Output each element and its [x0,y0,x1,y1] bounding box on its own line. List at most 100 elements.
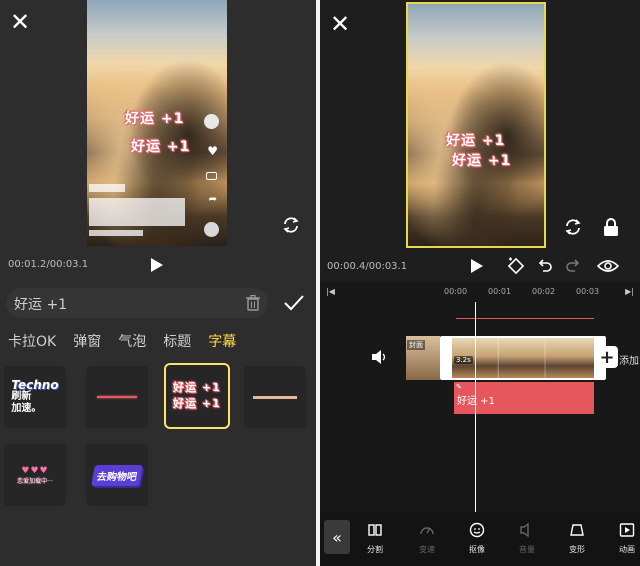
play-button[interactable] [468,257,486,275]
undo-icon [538,259,552,272]
edit-toolbar: « 分割 变速 抠像 音量 变形 动画 [320,512,640,566]
tool-transform[interactable]: 变形 [560,522,594,555]
tool-split[interactable]: 分割 [358,522,392,555]
cutout-icon [469,522,485,538]
mute-button[interactable] [370,348,390,366]
preview-subtitle-line1[interactable]: 好运 +1 [446,130,505,150]
subtitle-input[interactable]: 好运 +1 [6,288,268,318]
heart-icon: ♥♥♥ [21,465,49,476]
trash-icon [246,295,260,311]
video-edit-screen: ✕ 好运 +1 好运 +1 00:00.4/00:03.1 |◀ ▶| 00:0… [320,0,640,566]
tool-cutout[interactable]: 抠像 [460,522,494,555]
music-disc-icon [204,222,219,237]
redo-button[interactable] [564,257,582,275]
avatar [204,114,219,129]
clip-duration: 3.2s [454,356,473,364]
ruler-tick: 00:02 [532,287,556,296]
check-icon [284,295,304,311]
subtitle-track-indicator [456,318,594,319]
ruler-tick: 00:00 [444,287,468,296]
subtitle-editor-screen: ✕ 好运 +1 好运 +1 ♥ ➦ 00:01.2/00:03.1 好运 +1 … [0,0,316,566]
add-clip-button[interactable]: + [596,346,618,368]
tab-popup[interactable]: 弹窗 [73,331,101,351]
template-techno-line1: Techno [11,378,59,392]
close-icon: ✕ [10,8,31,36]
tool-cutout-label: 抠像 [469,545,485,554]
tool-volume-label: 音量 [519,545,535,554]
preview-subtitle-line2[interactable]: 好运 +1 [131,136,190,156]
tool-animation-label: 动画 [619,545,635,554]
split-icon [368,524,382,536]
volume-icon [372,350,386,364]
video-clip[interactable]: 3.2s [440,336,606,380]
jump-end-icon[interactable]: ▶| [625,287,634,296]
edit-icon: ✎ [456,383,462,391]
placeholder-block [89,198,185,226]
preview-subtitle-line2[interactable]: 好运 +1 [452,150,511,170]
confirm-button[interactable] [282,291,306,315]
share-icon: ➦ [208,194,217,205]
redo-icon [566,259,580,272]
heart-icon: ♥ [207,144,218,158]
play-button[interactable] [148,256,166,274]
template-techno[interactable]: Techno 刷新 加速。 [4,366,66,428]
tool-transform-label: 变形 [569,545,585,554]
ruler-tick: 00:01 [488,287,512,296]
template-preview-line [97,396,137,398]
delete-button[interactable] [244,294,262,312]
placeholder-bar [89,184,125,192]
template-lucky[interactable]: 好运 +1 好运 +1 [164,363,230,429]
add-clip-label[interactable]: 添加 [619,352,639,367]
ruler-tick: 00:03 [576,287,600,296]
animation-icon [619,523,635,537]
template-preview-line [253,395,297,399]
cover-thumbnail[interactable]: 封面 [406,336,440,380]
double-chevron-left-icon: « [332,527,342,547]
collapse-toolbar-button[interactable]: « [324,520,350,554]
video-preview[interactable]: 好运 +1 好运 +1 [406,2,546,248]
template-techno-line2: 刷新 [11,391,32,402]
preview-subtitle-line1[interactable]: 好运 +1 [125,108,184,128]
playback-time: 00:01.2/00:03.1 [8,259,89,270]
keyframe-icon [507,257,525,275]
timeline[interactable]: |◀ ▶| 00:00 00:01 00:02 00:03 封面 3.2s + … [320,282,640,512]
tab-karaoke[interactable]: 卡拉OK [8,331,56,351]
jump-start-icon[interactable]: |◀ [326,287,335,296]
close-icon: ✕ [330,10,351,38]
comment-icon [206,172,217,180]
template-shopping-text: 去购物吧 [91,464,143,486]
template-lucky-line1: 好运 +1 [173,381,221,394]
tab-bubble[interactable]: 气泡 [118,331,146,351]
keyframe-button[interactable] [506,256,526,276]
tool-speed: 变速 [410,522,444,555]
rotate-button[interactable] [280,214,302,236]
tool-animation[interactable]: 动画 [610,522,640,555]
eye-icon [597,260,619,272]
speed-icon [420,527,434,535]
template-love-loading[interactable]: ♥♥♥ 恋爱加载中··· [4,444,66,506]
tab-title[interactable]: 标题 [163,331,191,351]
template-techno-line3: 加速。 [11,403,42,414]
rotate-icon [565,219,581,235]
tab-subtitle[interactable]: 字幕 [208,331,236,351]
template-shopping[interactable]: 去购物吧 [86,444,148,506]
lock-button[interactable] [600,216,622,238]
lock-icon [604,217,618,236]
template-orange-line[interactable] [244,366,306,428]
playhead[interactable] [475,302,476,512]
clip-frames [452,338,594,378]
play-icon [471,259,483,273]
close-button[interactable]: ✕ [330,12,350,36]
template-small-red-text[interactable] [86,366,148,428]
rotate-button[interactable] [562,216,584,238]
tool-split-label: 分割 [367,545,383,554]
playback-time: 00:00.4/00:03.1 [327,261,408,272]
close-button[interactable]: ✕ [10,10,30,34]
template-lucky-line2: 好运 +1 [173,397,221,410]
undo-button[interactable] [536,257,554,275]
video-preview[interactable]: 好运 +1 好运 +1 ♥ ➦ [87,0,227,246]
plus-icon: + [599,346,615,368]
preview-visibility-button[interactable] [596,257,620,275]
transform-icon [570,524,584,536]
placeholder-bar [89,230,143,236]
